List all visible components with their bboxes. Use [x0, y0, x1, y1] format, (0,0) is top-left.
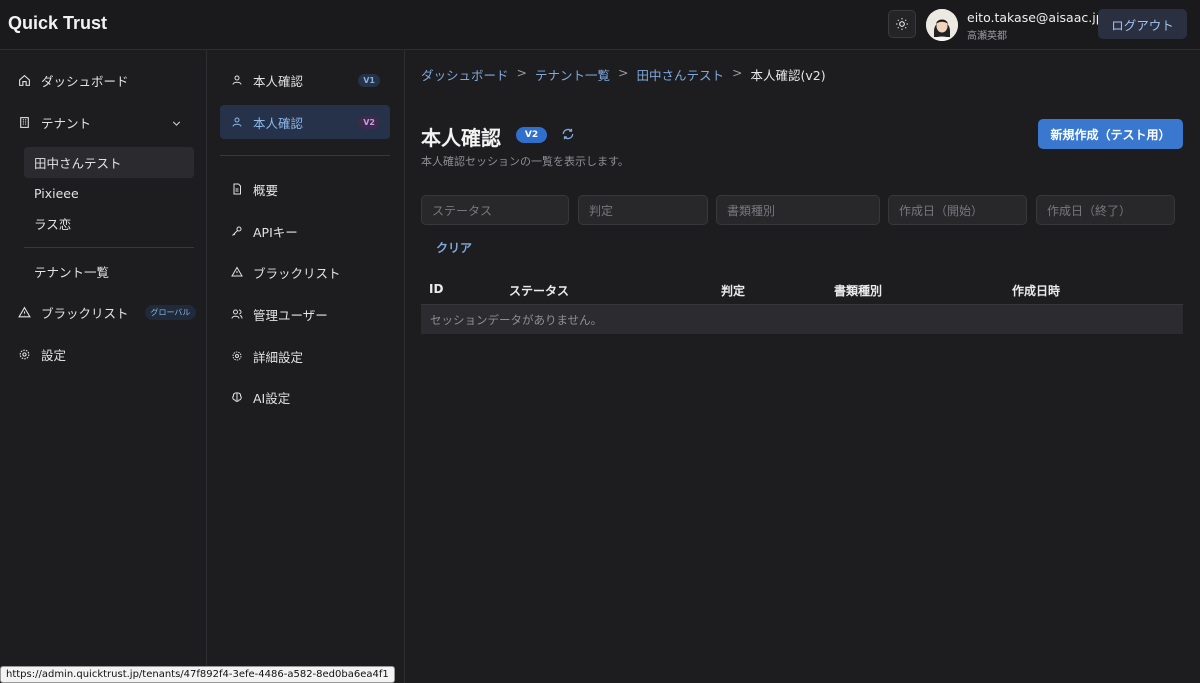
global-badge: グローバル [144, 304, 197, 320]
subnav-item-label: 本人確認 [253, 73, 304, 89]
breadcrumb-link-tenant-list[interactable]: テナント一覧 [535, 65, 610, 84]
sun-icon [896, 18, 908, 30]
sidebar-item-label: 設定 [41, 347, 67, 363]
subnav-item-label: ブラックリスト [253, 265, 341, 281]
avatar[interactable] [926, 9, 958, 41]
breadcrumb-current: 本人確認(v2) [750, 68, 826, 83]
subnav-item-label: 本人確認 [253, 115, 304, 131]
subnav-item-overview[interactable]: 概要 [220, 172, 390, 206]
building-icon [20, 116, 29, 128]
create-test-button[interactable]: 新規作成（テスト用） [1038, 119, 1183, 149]
app-title[interactable]: Quick Trust [8, 13, 107, 34]
subnav-item-api-keys[interactable]: APIキー [220, 214, 390, 248]
subnav-item-label: 詳細設定 [253, 349, 304, 365]
column-header-judgement[interactable]: 判定 [721, 282, 745, 299]
sidebar-item-label: ブラックリスト [41, 305, 129, 321]
user-name: 高瀬英都 [967, 31, 1007, 42]
table-empty-row: セッションデータがありません。 [421, 304, 1183, 334]
created-to-filter[interactable]: 作成日（終了） [1036, 195, 1175, 225]
brain-icon [232, 392, 242, 402]
created-from-filter[interactable]: 作成日（開始） [888, 195, 1027, 225]
breadcrumb-link-tenant[interactable]: 田中さんテスト [637, 65, 725, 84]
subnav-item-advanced-settings[interactable]: 詳細設定 [220, 339, 390, 373]
user-icon [232, 75, 242, 85]
refresh-icon[interactable] [561, 127, 575, 141]
key-icon [232, 226, 242, 236]
warning-icon [18, 306, 31, 317]
subnav-item-label: APIキー [253, 224, 298, 240]
document-icon [233, 183, 241, 195]
breadcrumb: ダッシュボード > テナント一覧 > 田中さんテスト > 本人確認(v2) [421, 65, 826, 84]
breadcrumb-separator: > [618, 65, 629, 80]
column-header-id[interactable]: ID [429, 282, 443, 296]
users-icon [231, 309, 243, 319]
gear-icon [19, 349, 30, 359]
judgement-filter[interactable]: 判定 [578, 195, 708, 225]
divider [220, 155, 390, 156]
version-badge: V1 [358, 73, 380, 87]
user-icon [232, 117, 242, 127]
logout-button[interactable]: ログアウト [1098, 9, 1187, 39]
sidebar-item-blacklist[interactable]: ブラックリスト グローバル [18, 302, 197, 322]
primary-sidebar: ダッシュボード テナント 田中さんテスト Pixieee ラス恋 テナント一覧 … [0, 50, 207, 683]
column-header-status[interactable]: ステータス [509, 282, 569, 299]
tenant-item[interactable]: Pixieee [24, 178, 194, 209]
home-icon [19, 74, 30, 86]
tenant-item[interactable]: ラス恋 [24, 208, 194, 239]
gear-icon [232, 351, 242, 361]
subnav-item-kyc-v1[interactable]: 本人確認 V1 [220, 63, 390, 97]
version-badge: V2 [358, 115, 380, 129]
page-title: 本人確認 [421, 126, 501, 150]
sidebar-item-label: ダッシュボード [41, 73, 129, 89]
main-content: ダッシュボード > テナント一覧 > 田中さんテスト > 本人確認(v2) 本人… [405, 50, 1200, 683]
subnav-item-label: AI設定 [253, 390, 291, 406]
chevron-down-icon[interactable] [170, 117, 183, 130]
status-bar-url: https://admin.quicktrust.jp/tenants/47f8… [0, 666, 395, 683]
subnav-item-ai-settings[interactable]: AI設定 [220, 380, 390, 414]
sidebar-item-dashboard[interactable]: ダッシュボード [18, 70, 129, 90]
sidebar-item-settings[interactable]: 設定 [18, 344, 66, 364]
subnav-item-blacklist[interactable]: ブラックリスト [220, 255, 390, 289]
column-header-created-at[interactable]: 作成日時 [1012, 282, 1060, 299]
tenant-list-link[interactable]: テナント一覧 [24, 256, 194, 287]
user-photo-icon [926, 9, 958, 41]
theme-toggle-button[interactable] [888, 10, 916, 38]
tenant-subnav: 本人確認 V1 本人確認 V2 概要 APIキー ブラックリスト 管理ユーザー … [207, 50, 405, 683]
subnav-item-admin-users[interactable]: 管理ユーザー [220, 297, 390, 331]
subnav-item-label: 概要 [253, 182, 279, 198]
tenant-item[interactable]: 田中さんテスト [24, 147, 194, 178]
breadcrumb-separator: > [516, 65, 527, 80]
sidebar-item-label: テナント [41, 115, 92, 131]
sidebar-item-tenant[interactable]: テナント [18, 112, 91, 132]
page-subtitle: 本人確認セッションの一覧を表示します。 [421, 155, 629, 168]
document-type-filter[interactable]: 書類種別 [716, 195, 880, 225]
user-email: eito.takase@aisaac.jp [967, 10, 1104, 25]
subnav-item-kyc-v2[interactable]: 本人確認 V2 [220, 105, 390, 139]
status-filter[interactable]: ステータス [421, 195, 569, 225]
warning-icon [231, 266, 243, 277]
version-badge: V2 [516, 127, 547, 143]
column-header-document-type[interactable]: 書類種別 [834, 282, 882, 299]
subnav-item-label: 管理ユーザー [253, 307, 328, 323]
breadcrumb-link-dashboard[interactable]: ダッシュボード [421, 65, 509, 84]
breadcrumb-separator: > [732, 65, 743, 80]
top-header: Quick Trust eito.takase@aisaac.jp 高瀬英都 ロ… [0, 0, 1200, 50]
clear-button[interactable]: クリア [436, 239, 472, 256]
divider [24, 247, 194, 248]
